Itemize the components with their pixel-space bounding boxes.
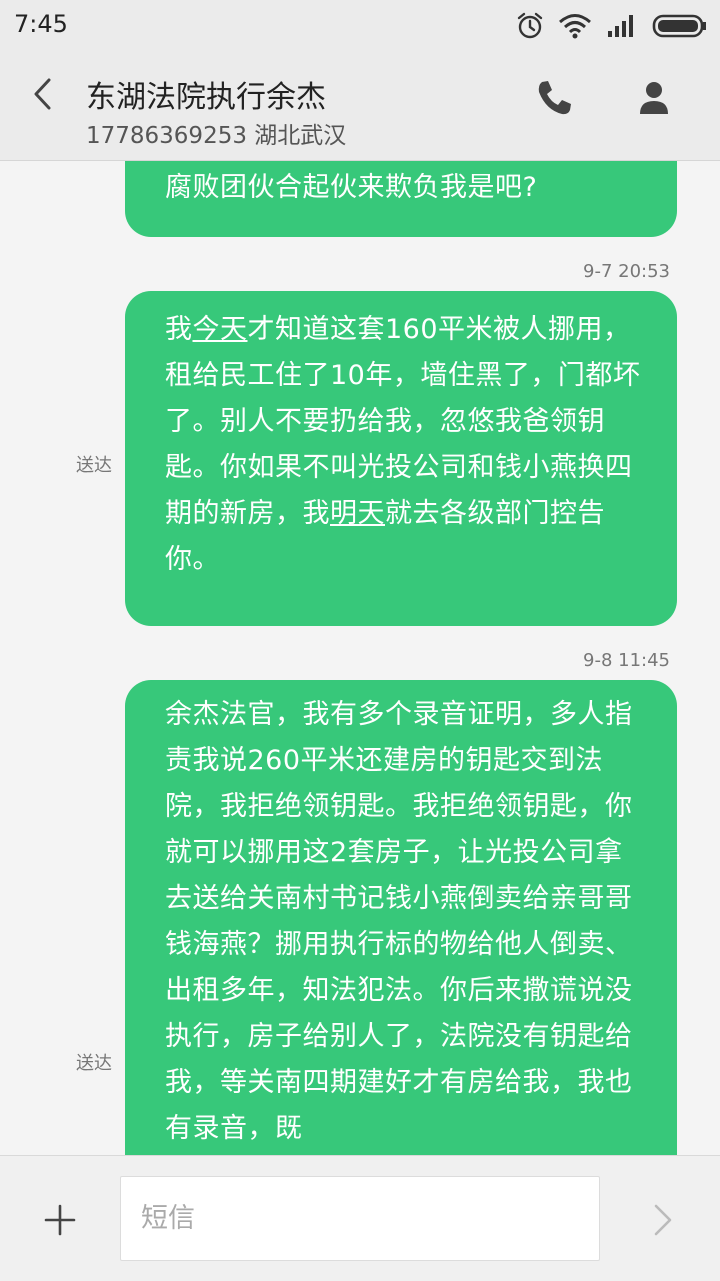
contact-name: 东湖法院执行余杰 — [86, 80, 326, 115]
message-timestamp: 9-7 20:53 — [583, 261, 670, 282]
text-segment: 才知道这套160平米被人挪用，租给民工住了10年，墙住黑了，门都坏了。别人不要扔… — [165, 314, 641, 529]
date-link[interactable]: 明天 — [330, 498, 385, 529]
date-link[interactable]: 今天 — [193, 314, 248, 345]
send-icon — [654, 1204, 672, 1236]
person-icon — [640, 82, 668, 114]
message-text: 我今天才知道这套160平米被人挪用，租给民工住了10年，墙住黑了，门都坏了。别人… — [165, 307, 641, 583]
plus-icon — [44, 1204, 76, 1236]
conversation-header: 东湖法院执行余杰 17786369253 湖北武汉 — [0, 52, 720, 161]
back-button[interactable] — [22, 72, 66, 116]
phone-icon — [538, 81, 571, 115]
message-composer — [0, 1155, 720, 1281]
contact-profile-button[interactable] — [632, 76, 676, 120]
delivery-status: 送达 — [76, 455, 112, 476]
text-segment: 我 — [165, 314, 193, 345]
delivery-status: 送达 — [76, 1053, 112, 1074]
alarm-icon — [517, 12, 543, 39]
message-timestamp: 9-8 11:45 — [583, 650, 670, 671]
contact-number-location: 17786369253 湖北武汉 — [86, 123, 347, 149]
message-list[interactable]: 腐败团伙合起伙来欺负我是吧? 9-7 20:53 我今天才知道这套160平米被人… — [0, 161, 720, 1155]
status-bar: 7:45 — [0, 0, 720, 52]
call-button[interactable] — [532, 76, 576, 120]
back-arrow-icon — [34, 78, 51, 110]
message-input[interactable] — [120, 1176, 600, 1261]
signal-icon — [608, 15, 633, 37]
message-text: 余杰法官，我有多个录音证明，多人指责我说260平米还建房的钥匙交到法院，我拒绝领… — [165, 699, 633, 1144]
send-button[interactable] — [642, 1198, 682, 1242]
add-attachment-button[interactable] — [38, 1198, 82, 1242]
message-text: 腐败团伙合起伙来欺负我是吧? — [165, 172, 538, 203]
status-time: 7:45 — [14, 10, 68, 38]
battery-icon — [652, 14, 706, 38]
wifi-icon — [559, 14, 591, 39]
message-bubble[interactable]: 我今天才知道这套160平米被人挪用，租给民工住了10年，墙住黑了，门都坏了。别人… — [125, 291, 677, 626]
status-icons — [516, 10, 708, 42]
message-bubble[interactable]: 余杰法官，我有多个录音证明，多人指责我说260平米还建房的钥匙交到法院，我拒绝领… — [125, 680, 677, 1155]
message-bubble[interactable]: 腐败团伙合起伙来欺负我是吧? — [125, 161, 677, 237]
